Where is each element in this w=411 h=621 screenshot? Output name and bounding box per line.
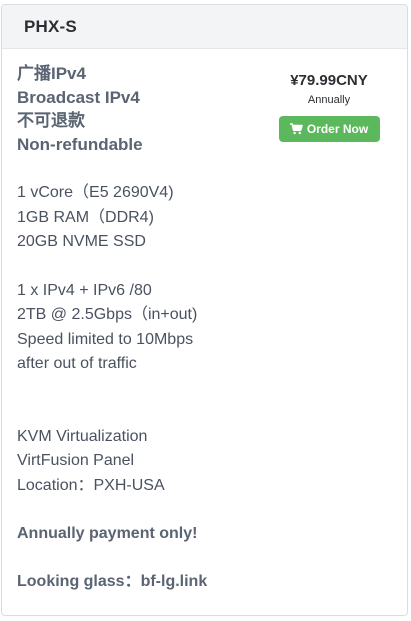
looking-glass-note: Looking glass：bf-lg.link bbox=[17, 573, 208, 590]
spec-virtualization: KVM Virtualization bbox=[17, 427, 148, 445]
spec-disk: 20GB NVME SSD bbox=[17, 233, 146, 250]
product-title: PHX-S bbox=[24, 16, 77, 36]
spec-speed-limit: Speed limited to 10Mbps bbox=[17, 330, 194, 348]
billing-cycle: Annually bbox=[307, 94, 351, 106]
card-body: ¥79.99CNY Annually Order Now 广播IPv4 Broa… bbox=[2, 49, 407, 594]
price-box: ¥79.99CNY Annually Order Now bbox=[257, 71, 401, 142]
order-now-button[interactable]: Order Now bbox=[278, 116, 380, 142]
payment-note: Annually payment only! bbox=[17, 525, 198, 542]
platform-specs: KVM Virtualization VirtFusion Panel Loca… bbox=[17, 425, 407, 499]
hardware-specs: 1 vCore（E5 2690V4) 1GB RAM（DDR4) 20GB NV… bbox=[17, 181, 407, 255]
price: ¥79.99CNY bbox=[290, 72, 368, 89]
spec-location: Location：PXH-USA bbox=[17, 476, 165, 494]
spec-cpu: 1 vCore（E5 2690V4) bbox=[17, 184, 174, 201]
product-card: PHX-S ¥79.99CNY Annually Order Now 广播IPv… bbox=[1, 4, 408, 616]
spec-ip: 1 x IPv4 + IPv6 /80 bbox=[17, 281, 152, 299]
spec-traffic: 2TB @ 2.5Gbps（in+out) bbox=[17, 306, 198, 323]
spec-speed-limit-note: after out of traffic bbox=[17, 355, 137, 372]
order-now-label: Order Now bbox=[306, 122, 369, 136]
shopping-cart-icon bbox=[289, 123, 303, 135]
network-specs: 1 x IPv4 + IPv6 /80 2TB @ 2.5Gbps（in+out… bbox=[17, 279, 407, 377]
card-header: PHX-S bbox=[2, 5, 407, 49]
spec-panel: VirtFusion Panel bbox=[17, 452, 135, 469]
spec-ram: 1GB RAM（DDR4) bbox=[17, 208, 154, 226]
